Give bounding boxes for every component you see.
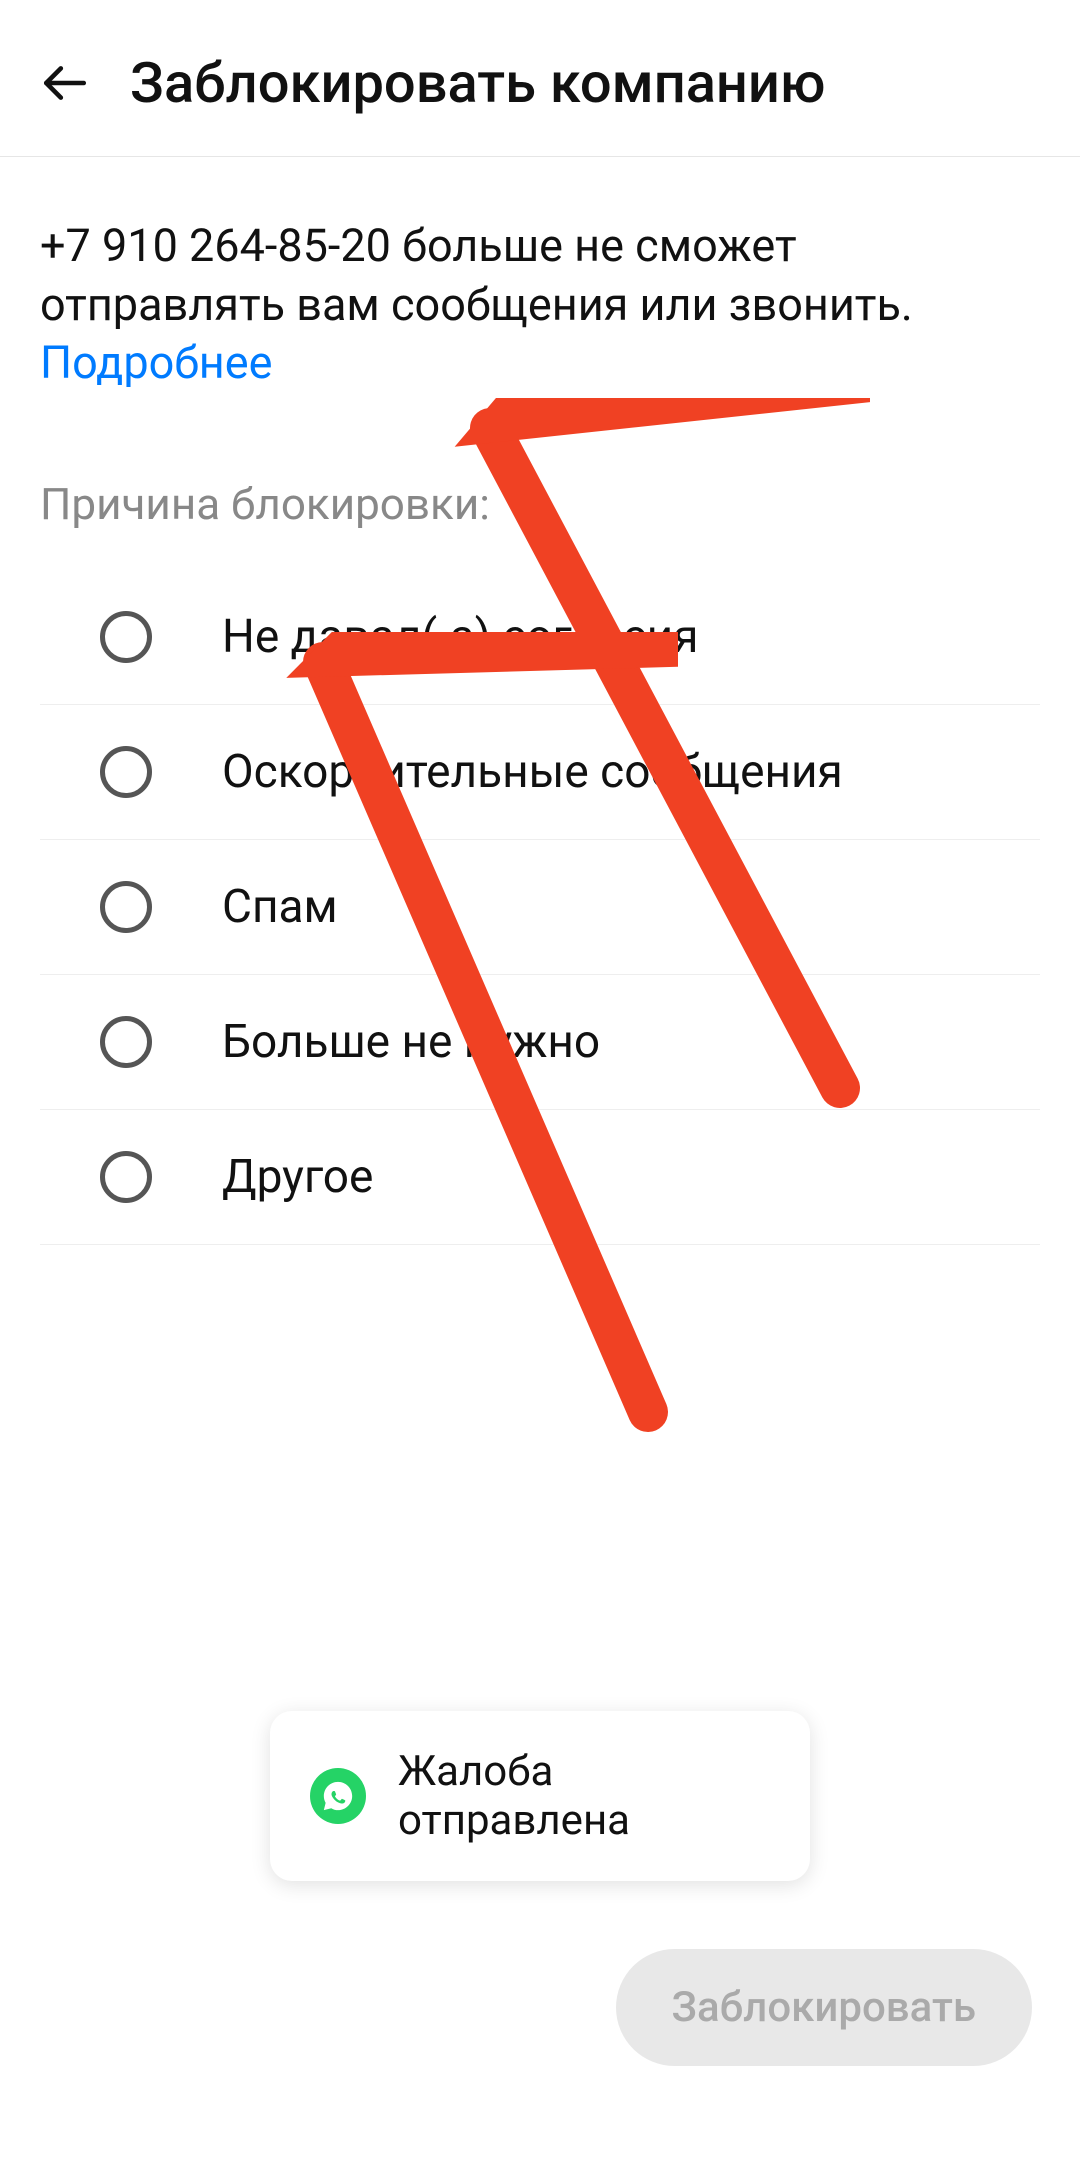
radio-icon — [100, 611, 152, 663]
info-text-body: +7 910 264-85-20 больше не сможет отправ… — [40, 219, 913, 331]
toast: Жалоба отправлена — [270, 1711, 810, 1881]
section-label: Причина блокировки: — [40, 478, 1040, 530]
options-list: Не давал(-а) согласия Оскорбительные соо… — [40, 570, 1040, 1245]
option-other[interactable]: Другое — [40, 1110, 1040, 1245]
option-offensive[interactable]: Оскорбительные сообщения — [40, 705, 1040, 840]
radio-icon — [100, 1016, 152, 1068]
option-label: Другое — [222, 1150, 373, 1204]
option-label: Спам — [222, 880, 338, 934]
whatsapp-icon — [310, 1768, 366, 1824]
block-button[interactable]: Заблокировать — [616, 1949, 1032, 2066]
content: +7 910 264-85-20 больше не сможет отправ… — [0, 157, 1080, 1245]
header: Заблокировать компанию — [0, 0, 1080, 157]
option-no-consent[interactable]: Не давал(-а) согласия — [40, 570, 1040, 705]
screen-root: Заблокировать компанию +7 910 264-85-20 … — [0, 0, 1080, 2176]
option-no-longer-needed[interactable]: Больше не нужно — [40, 975, 1040, 1110]
back-icon[interactable] — [40, 58, 90, 108]
option-label: Оскорбительные сообщения — [222, 745, 843, 799]
option-label: Больше не нужно — [222, 1015, 600, 1069]
learn-more-link[interactable]: Подробнее — [40, 336, 272, 389]
radio-icon — [100, 881, 152, 933]
toast-text: Жалоба отправлена — [398, 1747, 750, 1845]
option-label: Не давал(-а) согласия — [222, 610, 698, 664]
option-spam[interactable]: Спам — [40, 840, 1040, 975]
radio-icon — [100, 746, 152, 798]
info-text: +7 910 264-85-20 больше не сможет отправ… — [40, 217, 1040, 393]
radio-icon — [100, 1151, 152, 1203]
page-title: Заблокировать компанию — [130, 50, 825, 116]
